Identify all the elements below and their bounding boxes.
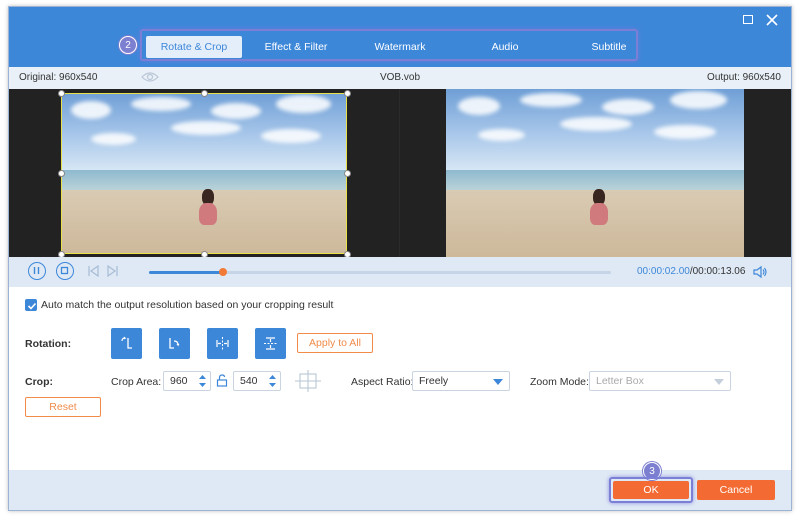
progress-thumb[interactable] — [218, 268, 227, 276]
tab-subtitle[interactable]: Subtitle — [563, 36, 655, 58]
preview-area — [9, 89, 791, 258]
auto-match-label: Auto match the output resolution based o… — [41, 299, 334, 311]
crop-handle[interactable] — [201, 90, 208, 97]
lock-ratio-icon[interactable] — [216, 374, 228, 387]
tab-audio[interactable]: Audio — [459, 36, 551, 58]
crop-area-label: Crop Area: — [111, 376, 162, 388]
rotate-left-icon — [121, 336, 132, 349]
previous-frame-icon[interactable] — [87, 265, 99, 277]
total-time: /00:00:13.06 — [689, 266, 746, 277]
tab-effect-filter[interactable]: Effect & Filter — [249, 36, 343, 58]
editor-window: 2 Rotate & Crop Effect & Filter Watermar… — [8, 6, 792, 511]
auto-match-checkbox[interactable] — [25, 299, 37, 311]
crop-height-value: 540 — [240, 375, 258, 387]
output-resolution: Output: 960x540 — [707, 72, 781, 83]
flip-vertical-icon — [264, 337, 277, 350]
tab-bar: 2 Rotate & Crop Effect & Filter Watermar… — [9, 7, 791, 67]
flip-vertical-button[interactable] — [255, 328, 286, 359]
crop-width-value: 960 — [170, 375, 188, 387]
crop-handle[interactable] — [58, 170, 65, 177]
chevron-down-icon — [493, 379, 503, 385]
aspect-ratio-value: Freely — [419, 375, 449, 387]
next-frame-icon[interactable] — [107, 265, 119, 277]
crop-handle[interactable] — [344, 170, 351, 177]
current-time: 00:00:02.00 — [637, 266, 690, 277]
time-display: 00:00:02.00/00:00:13.06 — [637, 266, 745, 277]
progress-fill — [149, 271, 223, 274]
rotation-label: Rotation: — [25, 338, 72, 350]
volume-icon[interactable] — [753, 265, 767, 279]
stop-button[interactable] — [56, 262, 74, 280]
output-preview — [400, 89, 791, 257]
playback-bar: 00:00:02.00/00:00:13.06 — [9, 257, 791, 287]
crop-frame[interactable] — [61, 93, 347, 254]
aspect-ratio-label: Aspect Ratio: — [351, 376, 414, 388]
info-row: Original: 960x540 VOB.vob Output: 960x54… — [9, 67, 791, 89]
stepper-arrows-icon[interactable] — [198, 373, 207, 389]
file-name: VOB.vob — [379, 72, 421, 83]
rotate-right-icon — [169, 338, 180, 349]
crop-handle[interactable] — [344, 90, 351, 97]
controls-panel: Auto match the output resolution based o… — [9, 287, 791, 470]
flip-horizontal-button[interactable] — [207, 328, 238, 359]
chevron-down-icon — [714, 379, 724, 385]
tab-rotate-crop[interactable]: Rotate & Crop — [146, 36, 242, 58]
output-video-frame — [446, 89, 744, 257]
crop-width-input[interactable]: 960 — [163, 371, 211, 391]
progress-track[interactable] — [149, 268, 611, 276]
pause-button[interactable] — [28, 262, 46, 280]
footer-bar: 3 OK Cancel — [9, 462, 791, 510]
aspect-ratio-select[interactable]: Freely — [412, 371, 510, 391]
tab-watermark[interactable]: Watermark — [354, 36, 446, 58]
stepper-arrows-icon[interactable] — [268, 373, 277, 389]
zoom-mode-label: Zoom Mode: — [530, 376, 589, 388]
zoom-mode-select[interactable]: Letter Box — [589, 371, 731, 391]
source-preview[interactable] — [9, 89, 399, 258]
rotate-left-button[interactable] — [111, 328, 142, 359]
close-icon[interactable] — [765, 13, 779, 27]
rotate-right-button[interactable] — [159, 328, 190, 359]
step-badge-2: 2 — [119, 36, 137, 54]
zoom-mode-value: Letter Box — [596, 375, 644, 387]
flip-horizontal-icon — [216, 337, 229, 350]
cancel-button[interactable]: Cancel — [697, 480, 775, 500]
crop-height-input[interactable]: 540 — [233, 371, 281, 391]
reset-button[interactable]: Reset — [25, 397, 101, 417]
crop-handle[interactable] — [58, 90, 65, 97]
maximize-icon[interactable] — [741, 13, 755, 27]
crop-label: Crop: — [25, 376, 53, 388]
center-crop-icon[interactable] — [295, 370, 321, 392]
ok-button[interactable]: OK — [613, 481, 689, 499]
apply-to-all-button[interactable]: Apply to All — [297, 333, 373, 353]
